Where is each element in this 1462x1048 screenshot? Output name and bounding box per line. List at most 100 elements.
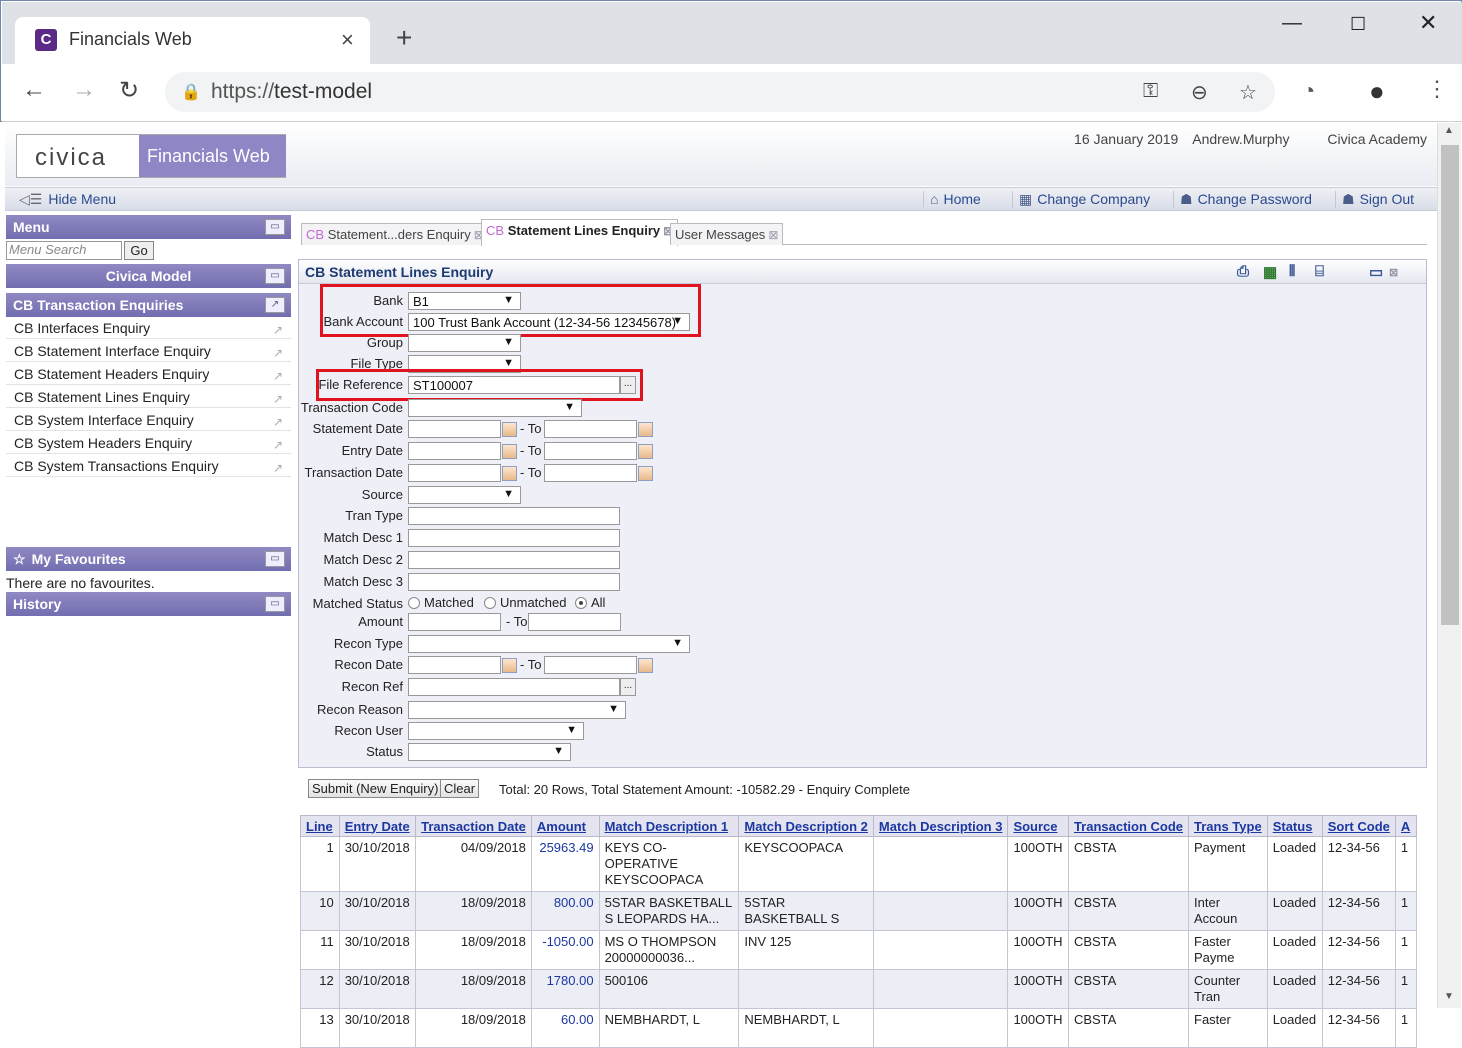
sign-out-link[interactable]: ☗ Sign Out (1335, 191, 1414, 208)
group-select[interactable] (408, 334, 521, 352)
lookup-icon[interactable]: ... (620, 678, 636, 696)
column-header[interactable]: Match Description 3 (872, 815, 1009, 837)
cell-trans-type: Counter Tran (1188, 969, 1268, 1009)
scrollbar-thumb[interactable] (1441, 145, 1459, 625)
calendar-icon[interactable] (502, 444, 517, 459)
column-header[interactable]: Transaction Code (1067, 815, 1190, 837)
statement-date-to[interactable] (544, 420, 637, 438)
change-company-link[interactable]: ▦ Change Company (1012, 191, 1150, 208)
table-row[interactable]: 10 30/10/2018 18/09/2018 800.00 5STAR BA… (300, 891, 1418, 931)
address-bar[interactable]: 🔒 https://test-model ⚿ ⊖ ☆ (165, 72, 1275, 112)
print-icon[interactable]: ⎙ (1237, 263, 1249, 280)
popout-icon[interactable]: ▭ (1369, 263, 1383, 281)
calendar-icon[interactable] (502, 466, 517, 481)
close-tab-icon[interactable]: × (341, 27, 354, 53)
column-header[interactable]: A (1394, 815, 1418, 837)
column-header[interactable]: Line (300, 815, 340, 837)
entry-date-to[interactable] (544, 442, 637, 460)
cell-amount[interactable]: 800.00 (530, 891, 600, 931)
status-select[interactable] (408, 743, 571, 761)
column-header[interactable]: Entry Date (338, 815, 417, 837)
match-desc-1-input[interactable] (408, 529, 620, 547)
calendar-icon[interactable] (638, 422, 653, 437)
column-header[interactable]: Match Description 2 (738, 815, 874, 837)
window-icon[interactable]: ▭ (265, 268, 285, 284)
calendar-icon[interactable] (638, 658, 653, 673)
source-select[interactable] (408, 486, 521, 504)
calendar-icon[interactable] (502, 658, 517, 673)
table-row[interactable]: 11 30/10/2018 18/09/2018 -1050.00 MS O T… (300, 930, 1418, 970)
table-row[interactable]: 12 30/10/2018 18/09/2018 1780.00 500106 … (300, 969, 1418, 1009)
tran-type-input[interactable] (408, 507, 620, 525)
column-header[interactable]: Sort Code (1321, 815, 1396, 837)
reload-icon[interactable]: ↻ (119, 76, 139, 105)
new-tab-icon[interactable]: + (396, 22, 412, 54)
match-desc-2-input[interactable] (408, 551, 620, 569)
cell-amount[interactable]: 25963.49 (530, 836, 600, 892)
recon-type-select[interactable] (408, 635, 690, 653)
cell-amount[interactable]: -1050.00 (530, 930, 600, 970)
submit-button[interactable]: Submit (New Enquiry) (308, 779, 443, 798)
statement-date-from[interactable] (408, 420, 501, 438)
column-header[interactable]: Amount (530, 815, 600, 837)
table-row[interactable]: 1 30/10/2018 04/09/2018 25963.49 KEYS CO… (300, 836, 1418, 892)
menu-search-input[interactable]: Menu Search (6, 241, 122, 260)
forward-icon[interactable]: → (72, 76, 96, 104)
menu-go-button[interactable]: Go (124, 241, 154, 260)
recon-reason-select[interactable] (408, 701, 626, 719)
radio-unmatched[interactable]: Unmatched (484, 595, 566, 610)
calendar-icon[interactable] (638, 444, 653, 459)
browser-tab[interactable]: C Financials Web × (15, 17, 370, 65)
window-icon[interactable]: ▭ (265, 219, 285, 235)
entry-date-from[interactable] (408, 442, 501, 460)
recon-date-to[interactable] (544, 656, 637, 674)
hide-menu-button[interactable]: ◁☰ Hide Menu (19, 191, 116, 208)
cell-amount[interactable]: 1780.00 (530, 969, 600, 1009)
calendar-icon[interactable] (638, 466, 653, 481)
column-header[interactable]: Status (1266, 815, 1323, 837)
amount-to[interactable] (528, 613, 621, 631)
columns-icon[interactable]: ⫴ (1289, 263, 1295, 280)
vertical-scrollbar[interactable]: ▲ ▼ (1437, 123, 1461, 1008)
radio-matched[interactable]: Matched (408, 595, 474, 610)
excel-icon[interactable]: ▦ (1263, 263, 1277, 281)
scroll-up-icon[interactable]: ▲ (1444, 125, 1454, 136)
transaction-code-select[interactable] (408, 399, 582, 417)
back-icon[interactable]: ← (22, 76, 46, 104)
extension-icon[interactable]: ◔ (1302, 78, 1315, 104)
column-header[interactable]: Transaction Date (415, 815, 532, 837)
amount-from[interactable] (408, 613, 501, 631)
profile-icon[interactable]: ● (1369, 76, 1385, 107)
star-icon[interactable]: ☆ (1239, 80, 1257, 105)
window-close-icon[interactable]: ✕ (1419, 10, 1437, 36)
zoom-icon[interactable]: ⊖ (1191, 80, 1208, 105)
menu-icon[interactable]: ⋮ (1426, 76, 1448, 102)
table-row[interactable]: 13 30/10/2018 18/09/2018 60.00 NEMBHARDT… (300, 1008, 1418, 1048)
match-desc-3-input[interactable] (408, 573, 620, 591)
filter-icon[interactable]: ⌸ (1315, 263, 1324, 280)
recon-user-select[interactable] (408, 722, 584, 740)
home-link[interactable]: ⌂ Home (923, 191, 981, 207)
close-panel-icon[interactable]: ⊠ (1389, 266, 1398, 279)
minimize-icon[interactable]: — (1282, 12, 1302, 35)
tab-statement-lines[interactable]: CB Statement Lines Enquiry ⊠ (481, 219, 679, 246)
recon-date-from[interactable] (408, 656, 501, 674)
cell-match-desc-2: KEYSCOOPACA (738, 836, 874, 892)
recon-ref-input[interactable] (408, 678, 620, 696)
key-icon[interactable]: ⚿ (1143, 80, 1158, 103)
clear-button[interactable]: Clear (440, 779, 480, 798)
transaction-date-from[interactable] (408, 464, 501, 482)
maximize-icon[interactable]: ☐ (1350, 14, 1366, 35)
close-tab-icon[interactable]: ⊠ (768, 228, 778, 242)
column-header[interactable]: Source (1007, 815, 1069, 837)
tab-user-messages[interactable]: User Messages ⊠ (670, 223, 784, 245)
scroll-down-icon[interactable]: ▼ (1444, 991, 1454, 1002)
change-password-link[interactable]: ☗ Change Password (1173, 191, 1312, 208)
transaction-date-to[interactable] (544, 464, 637, 482)
column-header[interactable]: Trans Type (1188, 815, 1268, 837)
radio-all[interactable]: All (575, 595, 605, 610)
cell-amount[interactable]: 60.00 (530, 1008, 600, 1048)
tab-statement-headers[interactable]: CB Statement...ders Enquiry ⊠ (301, 223, 489, 245)
calendar-icon[interactable] (502, 422, 517, 437)
column-header[interactable]: Match Description 1 (598, 815, 740, 837)
